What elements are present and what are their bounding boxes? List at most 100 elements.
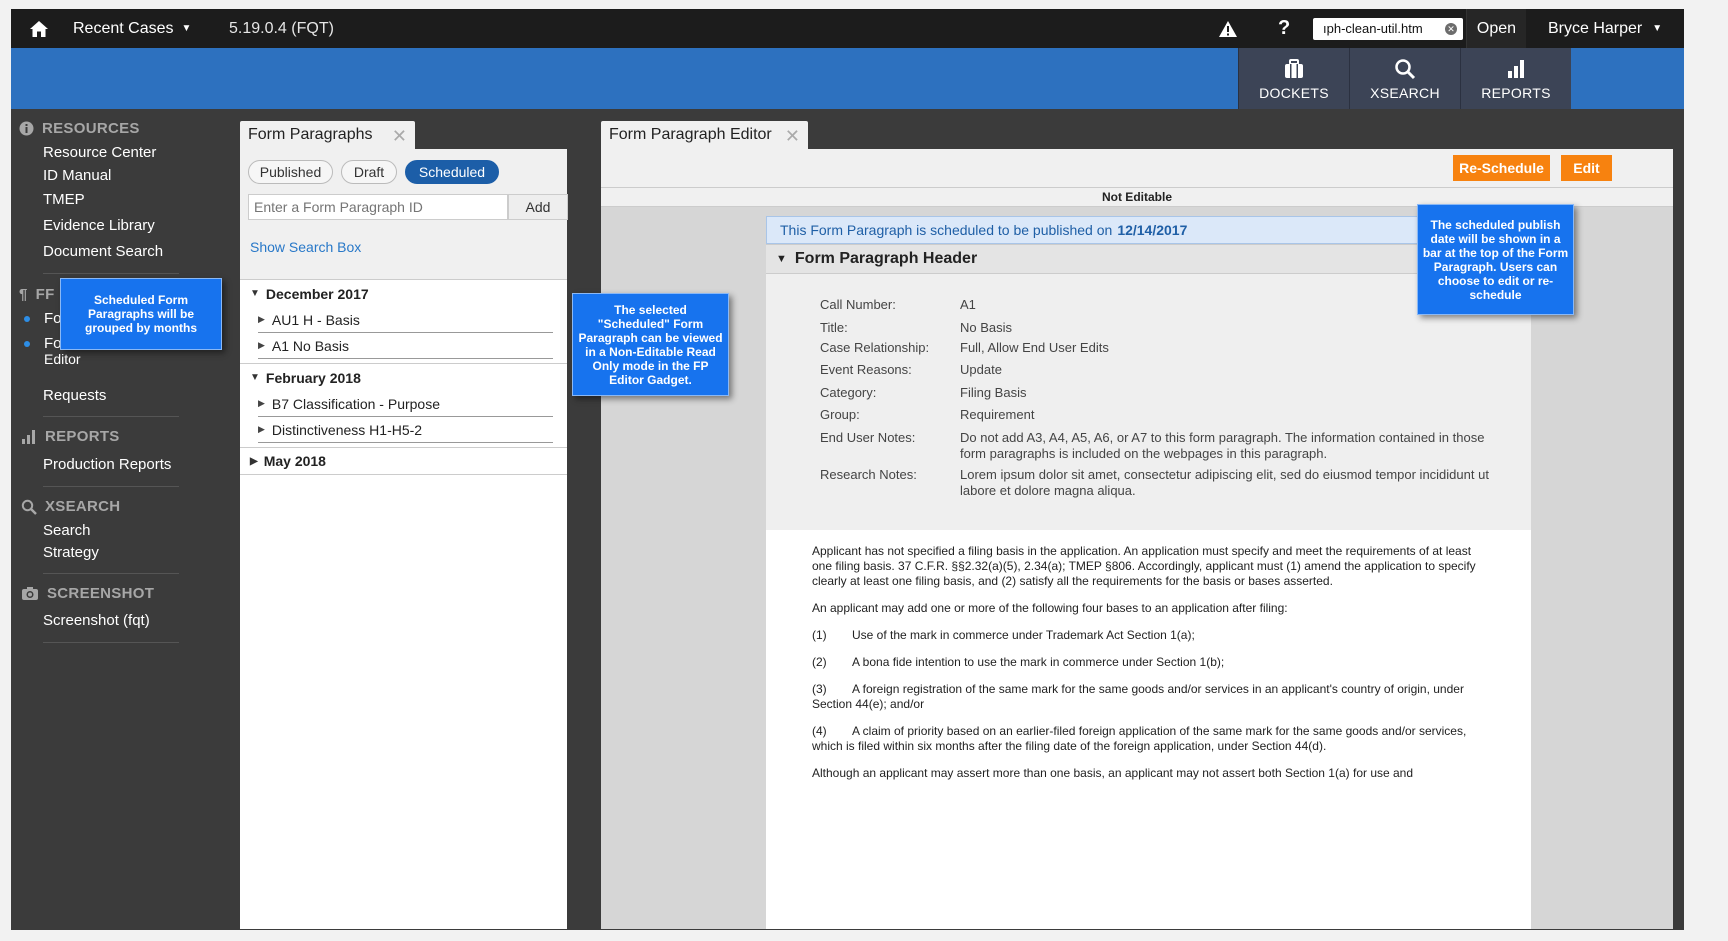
meta-row: Call Number: A1: [820, 297, 976, 312]
camera-icon: [22, 587, 38, 600]
open-button[interactable]: Open: [1466, 9, 1526, 48]
meta-row: Case Relationship: Full, Allow End User E…: [820, 340, 1109, 355]
url-field: ✕: [1313, 9, 1463, 48]
form-paragraph-id-input[interactable]: [248, 194, 508, 220]
tab-form-paragraph-editor[interactable]: Form Paragraph Editor ✕: [601, 121, 808, 149]
body-paragraph: Although an applicant may assert more th…: [812, 766, 1414, 780]
list-item[interactable]: ▶ A1 No Basis: [258, 333, 553, 359]
sidebar-item-production-reports[interactable]: Production Reports: [43, 456, 171, 473]
edit-button[interactable]: Edit: [1561, 155, 1612, 181]
form-paragraphs-header: ¶ FF: [19, 286, 55, 303]
sidebar-divider: [43, 273, 179, 274]
tab-label: Form Paragraphs: [248, 126, 373, 143]
show-search-box-link[interactable]: Show Search Box: [250, 239, 361, 255]
bar-chart-icon: [22, 429, 35, 444]
sidebar-divider: [43, 573, 179, 574]
briefcase-icon: [1285, 59, 1303, 78]
home-icon[interactable]: [29, 9, 53, 48]
sidebar-item-fp-editor-label[interactable]: Editor: [44, 351, 81, 367]
editor-toolbar: Re-Schedule Edit: [601, 149, 1673, 187]
list-item[interactable]: ▶ B7 Classification - Purpose: [258, 391, 553, 417]
dockets-button[interactable]: DOCKETS: [1238, 48, 1349, 109]
sidebar-item-resource-center[interactable]: Resource Center: [43, 144, 156, 161]
meta-row: End User Notes: Do not add A3, A4, A5, A6…: [820, 430, 1485, 461]
clear-icon[interactable]: ✕: [1445, 22, 1457, 35]
list-item: (2) A bona fide intention to use the mark…: [812, 655, 1225, 669]
bullet-icon: [24, 341, 30, 347]
bullet-icon: [24, 316, 30, 322]
close-icon[interactable]: ✕: [392, 126, 407, 147]
sidebar-item-fp-editor[interactable]: Fo: [44, 335, 62, 352]
filter-published[interactable]: Published: [248, 160, 333, 184]
list-item[interactable]: ▶ AU1 H - Basis: [258, 307, 553, 333]
sidebar-item-requests[interactable]: Requests: [43, 387, 106, 404]
meta-row: Group: Requirement: [820, 407, 1035, 422]
recent-cases-label: Recent Cases: [73, 19, 174, 37]
callout-grouped-by-months: Scheduled Form Paragraphs will be groupe…: [60, 278, 222, 350]
triangle-down-icon: ▼: [250, 288, 260, 299]
caret-down-icon: ▼: [181, 23, 192, 34]
triangle-right-icon: ▶: [258, 340, 265, 350]
sidebar: RESOURCES Resource Center ID Manual TMEP…: [11, 110, 211, 930]
form-paragraph-document: This Form Paragraph is scheduled to be p…: [766, 216, 1531, 929]
reports-label: REPORTS: [1481, 85, 1551, 101]
sidebar-divider: [43, 486, 179, 487]
help-icon[interactable]: ?: [1278, 9, 1290, 48]
add-button[interactable]: Add: [508, 194, 568, 220]
url-input[interactable]: [1313, 17, 1437, 40]
reports-header: REPORTS: [21, 428, 120, 445]
callout-non-editable-mode: The selected "Scheduled" Form Paragraph …: [572, 293, 729, 396]
xsearch-label: XSEARCH: [1370, 85, 1440, 101]
search-icon: [21, 499, 37, 515]
warning-icon[interactable]: [1218, 9, 1238, 48]
top-bar: Recent Cases ▼ 5.19.0.4 (FQT) ? ✕ Open B…: [11, 9, 1684, 48]
form-paragraphs-gadget: Form Paragraphs ✕ Published Draft Schedu…: [240, 121, 568, 929]
sidebar-item-id-manual[interactable]: ID Manual: [43, 167, 111, 184]
callout-scheduled-publish-date: The scheduled publish date will be shown…: [1417, 204, 1574, 315]
xsearch-button[interactable]: XSEARCH: [1349, 48, 1460, 109]
sidebar-divider: [43, 416, 179, 417]
meta-row: Title: No Basis: [820, 320, 1013, 335]
sidebar-item-form-paragraphs[interactable]: Fo: [44, 310, 62, 327]
schedule-text: This Form Paragraph is scheduled to be p…: [780, 222, 1113, 238]
reschedule-button[interactable]: Re-Schedule: [1453, 155, 1550, 181]
sidebar-item-evidence-library[interactable]: Evidence Library: [43, 217, 155, 234]
bar-chart-icon: [1508, 60, 1524, 78]
user-menu[interactable]: Bryce Harper ▼: [1548, 9, 1662, 48]
list-item: (1) Use of the mark in commerce under Tra…: [812, 628, 1195, 642]
tab-label: Form Paragraph Editor: [609, 126, 772, 143]
meta-row: Category: Filing Basis: [820, 385, 1027, 400]
version-label: 5.19.0.4 (FQT): [229, 19, 334, 37]
triangle-right-icon: ▶: [258, 424, 265, 434]
list-item: (4) A claim of priority based on an earli…: [812, 724, 1467, 753]
triangle-down-icon: ▼: [250, 372, 260, 383]
filter-scheduled[interactable]: Scheduled: [405, 160, 499, 184]
sidebar-item-strategy[interactable]: Strategy: [43, 544, 99, 561]
sidebar-item-tmep[interactable]: TMEP: [43, 191, 85, 208]
paragraph-body: Applicant has not specified a filing bas…: [812, 544, 1492, 793]
triangle-right-icon: ▶: [258, 314, 265, 324]
schedule-date: 12/14/2017: [1117, 222, 1188, 238]
group-december-2017[interactable]: ▼ December 2017: [240, 279, 567, 307]
sidebar-item-document-search[interactable]: Document Search: [43, 243, 163, 260]
sidebar-item-search[interactable]: Search: [43, 522, 91, 539]
caret-down-icon: ▼: [1652, 23, 1663, 34]
filter-draft[interactable]: Draft: [341, 160, 397, 184]
body-paragraph: An applicant may add one or more of the …: [812, 601, 1288, 615]
recent-cases-menu[interactable]: Recent Cases ▼: [73, 9, 191, 48]
header-title: Form Paragraph Header: [794, 250, 978, 267]
sidebar-item-screenshot[interactable]: Screenshot (fqt): [43, 612, 150, 629]
form-paragraphs-controls: Published Draft Scheduled Add Show Searc…: [240, 149, 568, 279]
xsearch-header: XSEARCH: [21, 498, 120, 515]
group-may-2018[interactable]: ▶ May 2018: [240, 447, 567, 475]
app-window: Recent Cases ▼ 5.19.0.4 (FQT) ? ✕ Open B…: [11, 9, 1684, 930]
list-item[interactable]: ▶ Distinctiveness H1-H5-2: [258, 417, 553, 443]
reports-button[interactable]: REPORTS: [1460, 48, 1571, 109]
triangle-right-icon: ▶: [258, 398, 265, 408]
group-february-2018[interactable]: ▼ February 2018: [240, 363, 567, 391]
triangle-right-icon: ▶: [250, 455, 258, 467]
close-icon[interactable]: ✕: [785, 126, 800, 147]
nav-bar: DOCKETS XSEARCH REPORTS: [11, 48, 1684, 109]
list-item: (3) A foreign registration of the same ma…: [812, 682, 1464, 711]
tab-form-paragraphs[interactable]: Form Paragraphs ✕: [240, 121, 415, 149]
